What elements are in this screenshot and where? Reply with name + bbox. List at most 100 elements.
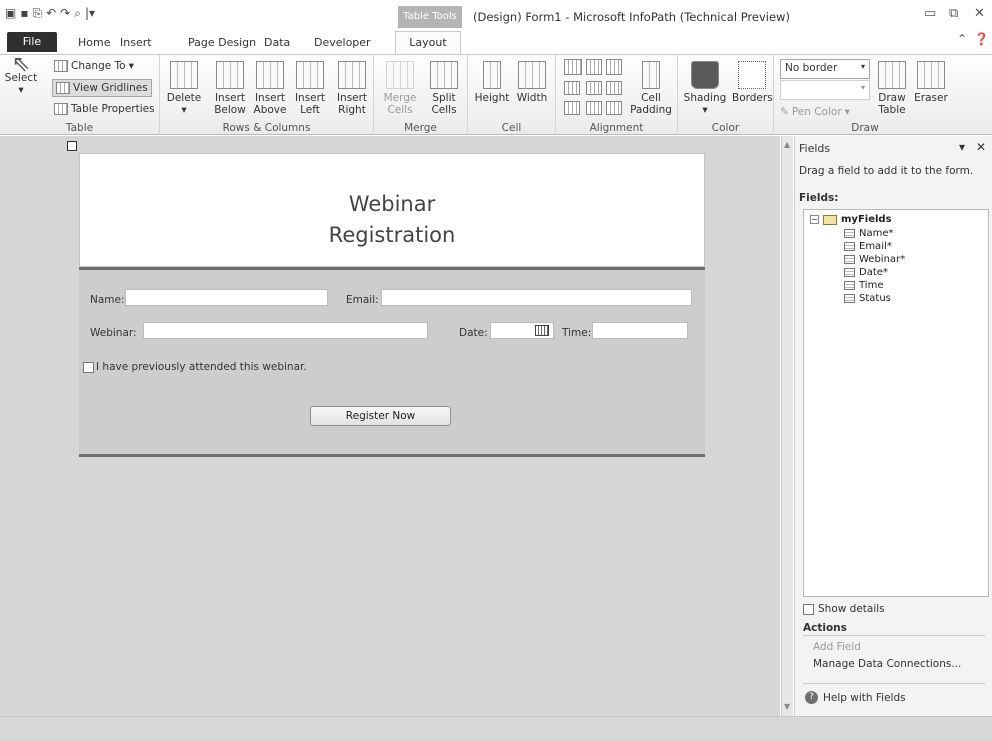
close-icon[interactable]: ✕ xyxy=(974,6,985,21)
tab-file[interactable]: File xyxy=(7,32,57,52)
restore-icon[interactable]: ⧉ xyxy=(949,6,958,21)
group-cell: Height Width Cell xyxy=(468,55,556,135)
show-details-checkbox[interactable] xyxy=(803,603,814,615)
status-bar xyxy=(0,716,992,741)
attended-checkbox[interactable] xyxy=(83,362,94,373)
insert-right-button[interactable]: Insert Right xyxy=(334,61,370,116)
select-label: Select xyxy=(4,72,38,84)
pen-color-button[interactable]: ✎ Pen Color ▾ xyxy=(780,103,850,121)
merge-cells-button[interactable]: Merge Cells xyxy=(382,61,418,116)
minimize-ribbon-icon[interactable]: ⌃ xyxy=(957,32,967,46)
insert-above-button[interactable]: Insert Above xyxy=(252,61,288,116)
align-middle-center-icon[interactable] xyxy=(586,81,602,95)
width-button[interactable]: Width xyxy=(514,61,550,104)
align-top-right-icon[interactable] xyxy=(606,59,622,75)
eraser-button[interactable]: Eraser xyxy=(912,61,950,104)
divider xyxy=(803,635,985,636)
tree-item[interactable]: Status xyxy=(844,293,891,304)
chevron-down-icon: ▾ xyxy=(128,60,134,72)
save-icon[interactable]: ▪ xyxy=(20,6,28,20)
canvas-scrollbar[interactable]: ▲ ▼ xyxy=(781,136,793,716)
tree-item[interactable]: Email* xyxy=(844,241,892,252)
tree-root[interactable]: − myFields xyxy=(810,214,892,225)
tab-data[interactable]: Data xyxy=(264,34,290,54)
tree-item[interactable]: Time xyxy=(844,280,883,291)
borders-button[interactable]: Borders xyxy=(732,61,773,104)
field-icon xyxy=(844,255,855,264)
tab-layout[interactable]: Layout xyxy=(395,31,461,54)
date-picker-field[interactable] xyxy=(490,322,554,339)
chevron-down-icon: ▾ xyxy=(860,62,865,71)
group-label-rows-columns: Rows & Columns xyxy=(222,122,311,134)
name-field[interactable] xyxy=(125,289,328,306)
borders-label: Borders xyxy=(732,92,773,104)
publish-icon[interactable]: ⎘ xyxy=(32,6,42,20)
undo-icon[interactable]: ↶ xyxy=(46,6,56,20)
align-top-left-icon[interactable] xyxy=(564,59,582,75)
minimize-icon[interactable]: ▭ xyxy=(924,6,936,21)
collapse-icon[interactable]: − xyxy=(810,215,819,224)
show-details-option[interactable]: Show details xyxy=(803,603,885,615)
email-field[interactable] xyxy=(381,289,692,306)
delete-button[interactable]: Delete ▾ xyxy=(164,61,204,116)
pen-icon: ✎ xyxy=(780,106,789,118)
align-bottom-center-icon[interactable] xyxy=(586,101,602,115)
help-with-fields-link[interactable]: ? Help with Fields xyxy=(805,691,906,704)
table-properties-button[interactable]: Table Properties xyxy=(54,100,155,118)
border-style-dropdown[interactable]: No border ▾ xyxy=(780,59,870,79)
manage-data-connections-link[interactable]: Manage Data Connections... xyxy=(813,658,961,670)
group-label-merge: Merge xyxy=(404,122,437,134)
redo-icon[interactable]: ↷ xyxy=(60,6,70,20)
tab-insert[interactable]: Insert xyxy=(120,34,152,54)
tree-item[interactable]: Name* xyxy=(844,228,894,239)
align-middle-left-icon[interactable] xyxy=(564,81,580,95)
cell-padding-button[interactable]: Cell Padding xyxy=(630,61,672,116)
border-weight-dropdown[interactable]: ▾ xyxy=(780,80,870,100)
time-field[interactable] xyxy=(592,322,688,339)
view-gridlines-button[interactable]: View Gridlines xyxy=(52,79,152,97)
table-select-handle[interactable] xyxy=(67,141,77,151)
customize-qat-icon[interactable]: |▾ xyxy=(85,6,95,20)
pane-menu-icon[interactable]: ▾ xyxy=(959,140,965,154)
tab-developer[interactable]: Developer xyxy=(314,34,371,54)
height-button[interactable]: Height xyxy=(472,61,512,104)
insert-below-button[interactable]: Insert Below xyxy=(212,61,248,116)
align-middle-right-icon[interactable] xyxy=(606,81,622,95)
tree-item[interactable]: Date* xyxy=(844,267,888,278)
align-bottom-right-icon[interactable] xyxy=(606,101,622,115)
scroll-down-icon[interactable]: ▼ xyxy=(784,702,790,711)
draw-table-button[interactable]: Draw Table xyxy=(874,61,910,116)
time-label: Time: xyxy=(562,327,592,339)
preview-icon[interactable]: ⌕ xyxy=(74,6,81,20)
change-to-button[interactable]: Change To ▾ xyxy=(54,57,134,75)
shading-button[interactable]: Shading ▾ xyxy=(680,61,730,116)
split-cells-button[interactable]: Split Cells xyxy=(426,61,462,116)
webinar-field[interactable] xyxy=(143,322,428,339)
chevron-down-icon: ▾ xyxy=(18,84,24,96)
add-field-link[interactable]: Add Field xyxy=(813,641,861,653)
scroll-up-icon[interactable]: ▲ xyxy=(784,140,790,149)
calendar-icon[interactable] xyxy=(535,325,549,336)
draw-table-label-2: Table xyxy=(878,104,906,116)
column-width-icon xyxy=(518,61,546,89)
pane-close-icon[interactable]: ✕ xyxy=(976,140,986,154)
select-button[interactable]: ⇖ Select ▾ xyxy=(4,54,38,97)
merge-cells-label-2: Cells xyxy=(387,104,413,116)
help-icon[interactable]: ❓ xyxy=(974,32,989,46)
tree-item[interactable]: Webinar* xyxy=(844,254,905,265)
tab-page-design[interactable]: Page Design xyxy=(188,34,256,54)
split-cells-label-1: Split xyxy=(432,92,456,104)
tab-home[interactable]: Home xyxy=(78,34,110,54)
group-alignment: Cell Padding Alignment xyxy=(556,55,678,135)
insert-left-button[interactable]: Insert Left xyxy=(293,61,327,116)
align-top-center-icon[interactable] xyxy=(586,59,602,75)
group-draw: No border ▾ ▾ ✎ Pen Color ▾ Draw Table Er… xyxy=(774,55,956,135)
cell-padding-icon xyxy=(642,61,660,89)
register-now-button[interactable]: Register Now xyxy=(310,406,451,426)
merge-cells-icon xyxy=(386,61,414,89)
view-gridlines-label: View Gridlines xyxy=(73,82,148,94)
align-bottom-left-icon[interactable] xyxy=(564,101,580,115)
app-icon[interactable]: ▣ xyxy=(5,6,16,20)
tree-root-label: myFields xyxy=(841,214,892,225)
fields-tree[interactable]: − myFields Name* Email* Webinar* Date* T… xyxy=(803,209,989,597)
